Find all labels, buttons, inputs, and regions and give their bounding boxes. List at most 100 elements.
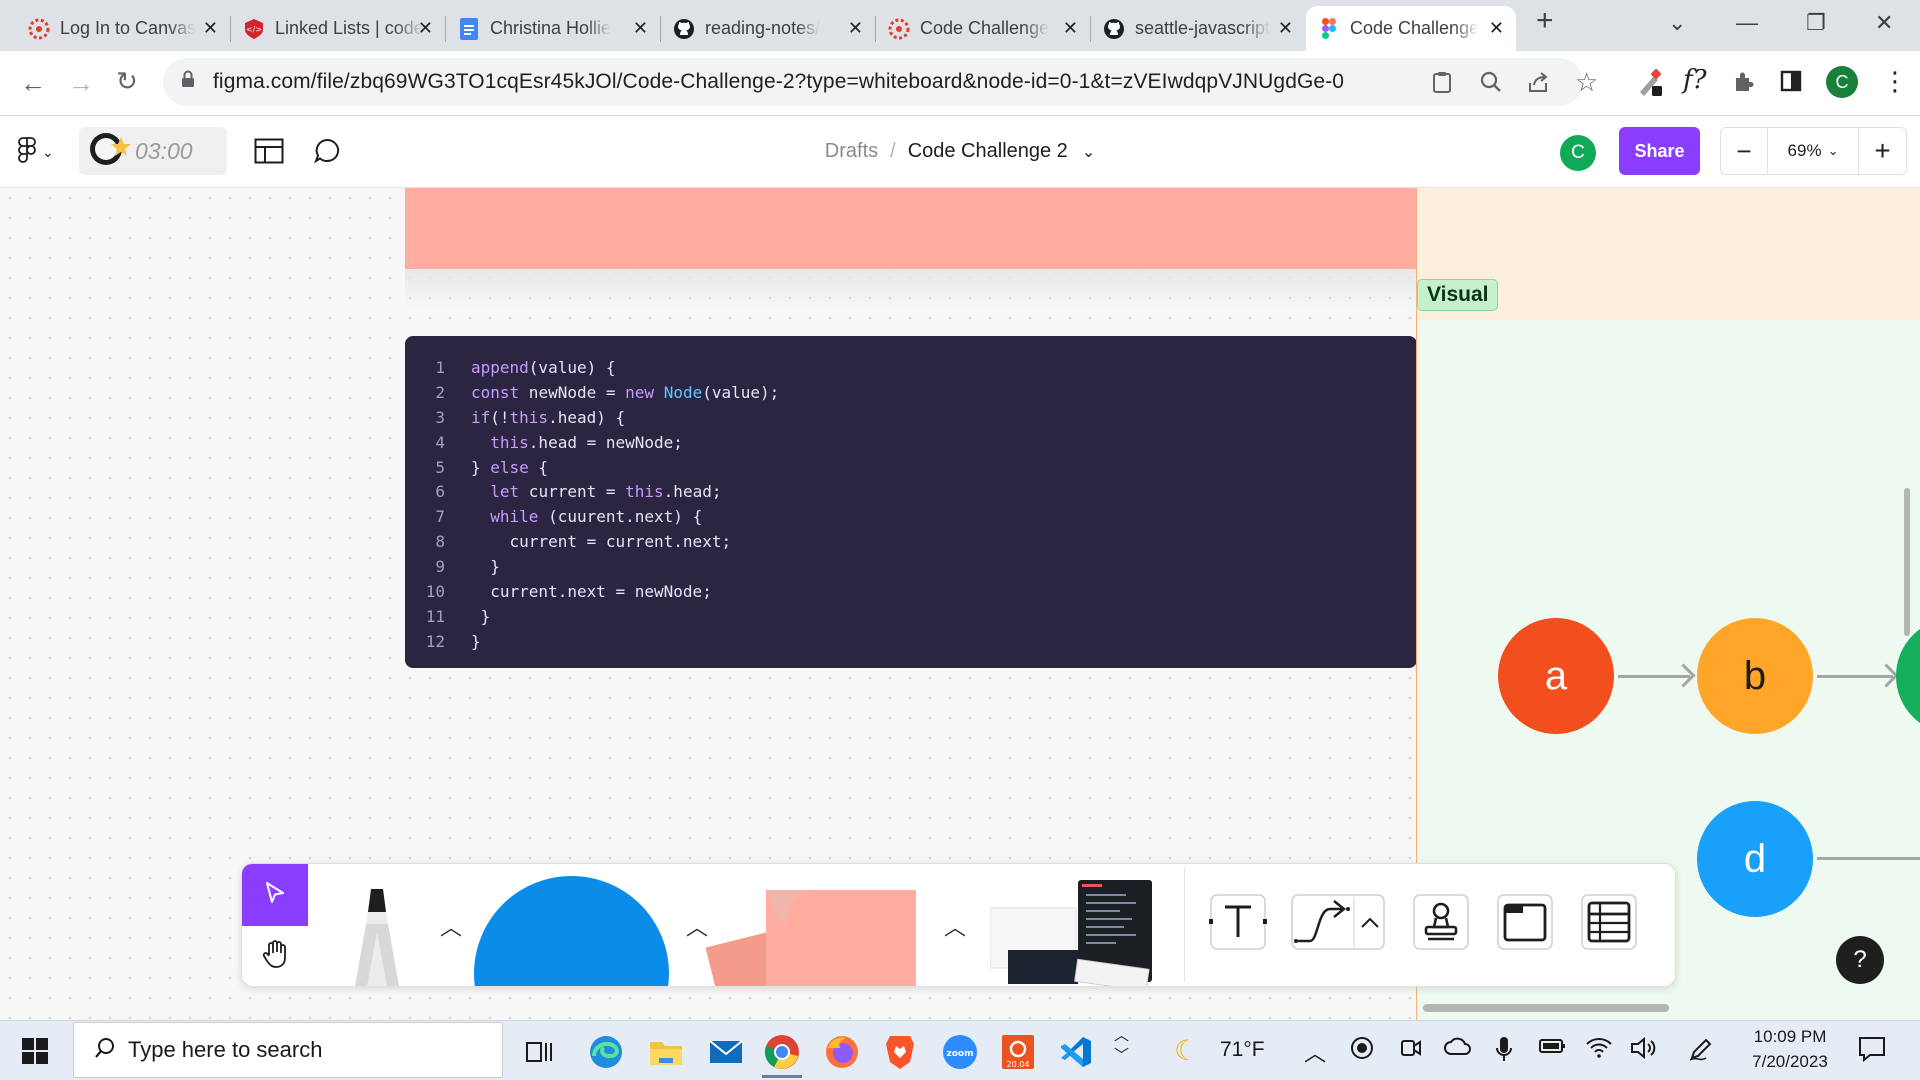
- volume-icon[interactable]: [1630, 1036, 1658, 1066]
- arrow-connector[interactable]: [1618, 675, 1690, 678]
- side-panel-icon[interactable]: [1780, 70, 1802, 96]
- browser-tab[interactable]: </> Linked Lists | code ✕: [231, 6, 445, 51]
- share-button[interactable]: Share: [1619, 127, 1700, 175]
- zoom-in-button[interactable]: +: [1858, 128, 1906, 174]
- browser-tab[interactable]: Christina Hollie ✕: [446, 6, 660, 51]
- close-icon[interactable]: ✕: [1489, 18, 1504, 39]
- bookmark-star-icon[interactable]: ☆: [1575, 69, 1598, 95]
- vertical-scrollbar[interactable]: [1904, 488, 1910, 636]
- text-tool-button[interactable]: [1209, 893, 1267, 953]
- mail-icon[interactable]: [706, 1032, 746, 1072]
- taskbar-scroll-arrows[interactable]: ︿ ﹀: [1114, 1026, 1129, 1066]
- close-icon[interactable]: ✕: [203, 18, 218, 39]
- sticky-note[interactable]: [405, 188, 1417, 269]
- section-tool-button[interactable]: [1496, 893, 1554, 953]
- svg-text:zoom: zoom: [947, 1049, 974, 1059]
- clipboard-icon[interactable]: [1432, 71, 1452, 97]
- chrome-icon[interactable]: [762, 1032, 802, 1072]
- code-line: 11 }: [405, 605, 1417, 630]
- search-placeholder: Type here to search: [128, 1037, 323, 1062]
- taskbar-search-box[interactable]: Type here to search: [73, 1022, 503, 1078]
- stamp-tool-button[interactable]: [1412, 893, 1470, 953]
- more-menu-icon[interactable]: ⋮: [1882, 68, 1908, 94]
- new-tab-button[interactable]: +: [1536, 4, 1554, 38]
- profile-avatar[interactable]: C: [1826, 66, 1858, 98]
- zoom-search-icon[interactable]: [1480, 71, 1502, 97]
- chevron-up-icon[interactable]: ︿: [686, 910, 708, 942]
- zoom-app-icon[interactable]: zoom: [940, 1032, 980, 1072]
- close-icon[interactable]: ✕: [848, 18, 863, 39]
- restore-button[interactable]: ❐: [1806, 10, 1826, 36]
- sticky-note-tool[interactable]: [706, 888, 928, 986]
- back-arrow-icon[interactable]: ←: [20, 70, 46, 96]
- zoom-out-button[interactable]: −: [1721, 128, 1768, 174]
- close-icon[interactable]: ✕: [1278, 18, 1293, 39]
- vscode-icon[interactable]: [1056, 1032, 1096, 1072]
- section-label-visual[interactable]: Visual: [1417, 279, 1499, 311]
- chevron-up-icon[interactable]: ︿: [944, 910, 966, 942]
- record-icon[interactable]: [1350, 1036, 1374, 1066]
- fonts-extension-icon[interactable]: f?: [1683, 67, 1707, 93]
- weather-temperature[interactable]: 71°F: [1220, 1038, 1265, 1062]
- chevron-up-icon[interactable]: ︿: [1304, 1036, 1326, 1068]
- move-tool-button[interactable]: [242, 864, 308, 926]
- code-line: 7 while (cuurent.next) {: [405, 505, 1417, 530]
- onedrive-cloud-icon[interactable]: [1444, 1036, 1472, 1062]
- close-icon[interactable]: ✕: [418, 18, 433, 39]
- shape-tool[interactable]: [474, 876, 669, 986]
- templates-tool[interactable]: [990, 878, 1152, 986]
- ubuntu-icon[interactable]: 20.04: [998, 1032, 1038, 1072]
- extension-dropper-icon[interactable]: [1636, 68, 1664, 102]
- breadcrumb-drafts[interactable]: Drafts: [825, 140, 878, 163]
- node-a[interactable]: a: [1498, 618, 1614, 734]
- reload-icon[interactable]: ↻: [116, 68, 138, 94]
- chevron-down-icon[interactable]: ⌄: [1082, 142, 1095, 162]
- camera-icon[interactable]: [1400, 1036, 1422, 1066]
- weather-moon-icon[interactable]: ☾: [1174, 1034, 1199, 1067]
- tab-title: Christina Hollie: [490, 18, 612, 38]
- battery-icon[interactable]: [1538, 1036, 1566, 1062]
- node-d[interactable]: d: [1697, 801, 1813, 917]
- brave-icon[interactable]: [880, 1032, 920, 1072]
- code-block[interactable]: 1 append(value) { 2 const newNode = new No…: [405, 336, 1417, 668]
- forward-arrow-icon[interactable]: →: [68, 70, 94, 96]
- firefox-icon[interactable]: [822, 1032, 862, 1072]
- node-b[interactable]: b: [1697, 618, 1813, 734]
- clock[interactable]: 10:09 PM 7/20/2023: [1730, 1024, 1850, 1074]
- connector-tool-button[interactable]: [1290, 893, 1386, 953]
- windows-start-icon[interactable]: [22, 1038, 48, 1069]
- chevron-down-icon[interactable]: ⌄: [1668, 10, 1686, 36]
- pen-workspace-icon[interactable]: [1688, 1036, 1714, 1068]
- close-icon[interactable]: ✕: [633, 18, 648, 39]
- browser-tab[interactable]: seattle-javascript ✕: [1091, 6, 1305, 51]
- hand-tool-button[interactable]: [242, 926, 308, 986]
- share-page-icon[interactable]: [1527, 71, 1551, 97]
- browser-tab-active[interactable]: Code Challenge ✕: [1306, 6, 1516, 51]
- edge-icon[interactable]: [586, 1032, 626, 1072]
- browser-tab[interactable]: reading-notes/ ✕: [661, 6, 875, 51]
- zoom-level-dropdown[interactable]: 69% ⌄: [1768, 141, 1858, 161]
- close-window-button[interactable]: ✕: [1875, 10, 1893, 36]
- file-explorer-icon[interactable]: [646, 1032, 686, 1072]
- puzzle-extensions-icon[interactable]: [1732, 70, 1756, 98]
- table-tool-button[interactable]: [1580, 893, 1638, 953]
- task-view-icon[interactable]: [520, 1032, 560, 1072]
- browser-tab[interactable]: Code Challenge ✕: [876, 6, 1090, 51]
- chevron-up-icon[interactable]: ︿: [440, 910, 462, 942]
- wifi-icon[interactable]: [1586, 1036, 1612, 1064]
- microphone-icon[interactable]: [1496, 1036, 1512, 1068]
- help-button[interactable]: ?: [1836, 936, 1884, 984]
- lock-icon[interactable]: [181, 70, 195, 91]
- arrow-connector[interactable]: [1817, 675, 1893, 678]
- notification-center-icon[interactable]: [1858, 1036, 1886, 1068]
- arrow-connector[interactable]: [1817, 857, 1920, 860]
- browser-tab[interactable]: Log In to Canvas ✕: [16, 6, 230, 51]
- horizontal-scrollbar[interactable]: [1423, 1004, 1669, 1012]
- close-icon[interactable]: ✕: [1063, 18, 1078, 39]
- url-text[interactable]: figma.com/file/zbq69WG3TO1cqEsr45kJOl/Co…: [213, 70, 1344, 94]
- cursor-arrow-icon: [264, 881, 286, 910]
- file-name[interactable]: Code Challenge 2: [908, 140, 1068, 163]
- minimize-button[interactable]: —: [1736, 10, 1758, 36]
- collaborator-avatar[interactable]: C: [1560, 135, 1596, 171]
- marker-tool[interactable]: [340, 882, 414, 986]
